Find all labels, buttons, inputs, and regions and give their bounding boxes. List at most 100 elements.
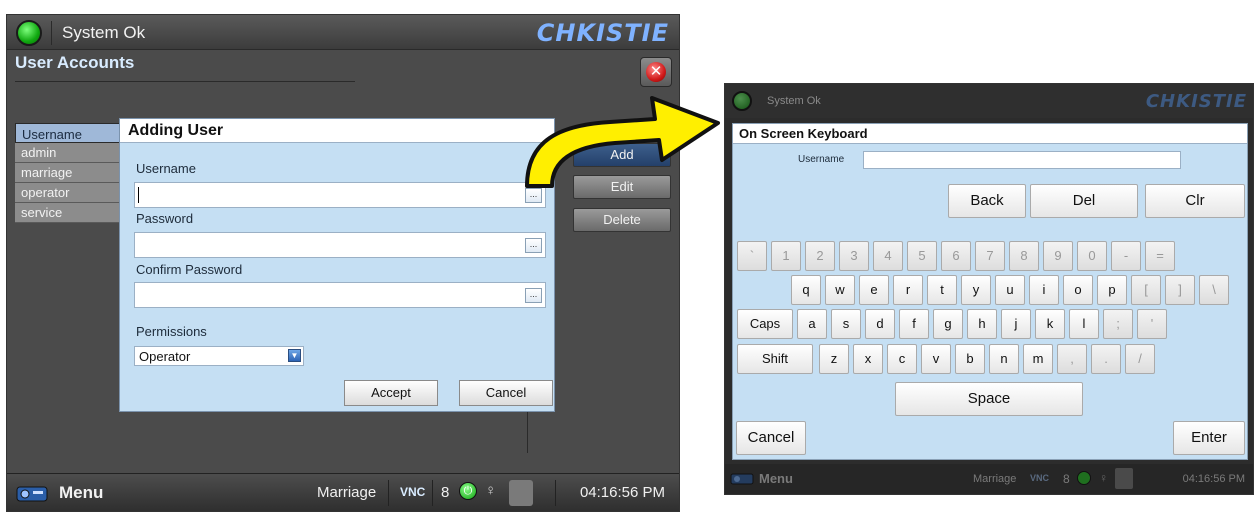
key-row1-6[interactable]: 6 <box>941 241 971 271</box>
key-row1-2[interactable]: 2 <box>805 241 835 271</box>
on-screen-keyboard-screen: System Ok CHKISTIE On Screen Keyboard Us… <box>724 83 1254 495</box>
key-row1-9[interactable]: 9 <box>1043 241 1073 271</box>
cancel-button[interactable]: Cancel <box>459 380 553 406</box>
back-key[interactable]: Back <box>948 184 1026 218</box>
key-row1-11[interactable]: - <box>1111 241 1141 271</box>
key-row4-8[interactable]: . <box>1091 344 1121 374</box>
key-row2-12[interactable]: \ <box>1199 275 1229 305</box>
key-row2-6[interactable]: u <box>995 275 1025 305</box>
keyboard-launch-button[interactable]: ... <box>525 188 542 203</box>
key-row2-7[interactable]: i <box>1029 275 1059 305</box>
key-row2-11[interactable]: ] <box>1165 275 1195 305</box>
status-ok-icon <box>16 20 42 46</box>
current-user: Marriage <box>317 484 377 501</box>
key-row3-8[interactable]: l <box>1069 309 1099 339</box>
key-row3-9[interactable]: ; <box>1103 309 1133 339</box>
key-row3-2[interactable]: d <box>865 309 895 339</box>
key-row3-1[interactable]: s <box>831 309 861 339</box>
key-row1-12[interactable]: = <box>1145 241 1175 271</box>
divider <box>432 480 433 506</box>
close-button[interactable]: ✕ <box>640 57 672 87</box>
current-user: Marriage <box>973 473 1017 485</box>
clr-key[interactable]: Clr <box>1145 184 1245 218</box>
clock: 04:16:56 PM <box>579 484 665 501</box>
key-row1-0[interactable]: ` <box>737 241 767 271</box>
key-row4-3[interactable]: v <box>921 344 951 374</box>
vnc-indicator: VNC <box>1030 473 1050 483</box>
key-row2-1[interactable]: w <box>825 275 855 305</box>
key-row3-5[interactable]: h <box>967 309 997 339</box>
projector-menu-icon[interactable] <box>13 481 51 505</box>
keyboard-launch-button[interactable]: ... <box>525 238 542 253</box>
username-field[interactable]: ... <box>134 182 546 208</box>
text-caret <box>138 187 139 203</box>
divider <box>555 480 556 506</box>
del-key[interactable]: Del <box>1030 184 1138 218</box>
power-icon: ⏻ <box>459 482 477 500</box>
space-key[interactable]: Space <box>895 382 1083 416</box>
permissions-select[interactable]: Operator ▼ <box>134 346 304 366</box>
key-row3-3[interactable]: f <box>899 309 929 339</box>
delete-button[interactable]: Delete <box>573 208 671 232</box>
key-row4-9[interactable]: / <box>1125 344 1155 374</box>
channel-number: 8 <box>1063 472 1070 486</box>
key-row2-2[interactable]: e <box>859 275 889 305</box>
key-row4-7[interactable]: , <box>1057 344 1087 374</box>
chevron-down-icon: ▼ <box>288 349 301 362</box>
key-row1-10[interactable]: 0 <box>1077 241 1107 271</box>
key-row1-3[interactable]: 3 <box>839 241 869 271</box>
confirm-password-field[interactable]: ... <box>134 282 546 308</box>
key-row4-5[interactable]: n <box>989 344 1019 374</box>
key-row2-3[interactable]: r <box>893 275 923 305</box>
key-row1-8[interactable]: 8 <box>1009 241 1039 271</box>
status-bar: System Ok CHKISTIE <box>7 15 679 50</box>
menu-button[interactable]: Menu <box>59 483 103 503</box>
key-row3-10[interactable]: ' <box>1137 309 1167 339</box>
key-row3-7[interactable]: k <box>1035 309 1065 339</box>
on-screen-keyboard: On Screen Keyboard Username Back Del Clr… <box>732 123 1248 460</box>
clock: 04:16:56 PM <box>1182 473 1245 485</box>
key-row4-0[interactable]: z <box>819 344 849 374</box>
key-row2-8[interactable]: o <box>1063 275 1093 305</box>
key-row4-4[interactable]: b <box>955 344 985 374</box>
key-row2-0[interactable]: q <box>791 275 821 305</box>
enter-key[interactable]: Enter <box>1173 421 1245 455</box>
permissions-value: Operator <box>139 349 191 364</box>
password-field[interactable]: ... <box>134 232 546 258</box>
key-row1-7[interactable]: 7 <box>975 241 1005 271</box>
key-row3-4[interactable]: g <box>933 309 963 339</box>
key-row3-0[interactable]: a <box>797 309 827 339</box>
password-label: Password <box>136 211 194 226</box>
key-row2-4[interactable]: t <box>927 275 957 305</box>
key-row1-4[interactable]: 4 <box>873 241 903 271</box>
accept-button[interactable]: Accept <box>344 380 438 406</box>
key-row2-9[interactable]: p <box>1097 275 1127 305</box>
divider <box>388 480 389 506</box>
christie-logo: CHKISTIE <box>536 19 669 47</box>
vnc-indicator: VNC <box>400 485 426 499</box>
key-row1-5[interactable]: 5 <box>907 241 937 271</box>
channel-number: 8 <box>441 484 450 501</box>
divider <box>51 21 52 45</box>
key-row2-10[interactable]: [ <box>1131 275 1161 305</box>
add-button[interactable]: Add <box>573 143 671 167</box>
key-row4-1[interactable]: x <box>853 344 883 374</box>
key-row4-6[interactable]: m <box>1023 344 1053 374</box>
projector-menu-icon[interactable] <box>729 470 755 487</box>
key-row4-2[interactable]: c <box>887 344 917 374</box>
edit-button[interactable]: Edit <box>573 175 671 199</box>
lamp-icon: ♀ <box>485 482 497 499</box>
key-row2-5[interactable]: y <box>961 275 991 305</box>
bottom-bar: Menu Marriage VNC 8 ⏻ ♀ 04:16:56 PM <box>7 473 679 511</box>
divider <box>15 81 355 82</box>
menu-button[interactable]: Menu <box>759 471 793 486</box>
key-row1-1[interactable]: 1 <box>771 241 801 271</box>
cancel-key[interactable]: Cancel <box>736 421 806 455</box>
username-field[interactable] <box>863 151 1181 169</box>
caps-key[interactable]: Caps <box>737 309 793 339</box>
keyboard-launch-button[interactable]: ... <box>525 288 542 303</box>
key-row3-6[interactable]: j <box>1001 309 1031 339</box>
username-label: Username <box>136 161 196 176</box>
shift-key[interactable]: Shift <box>737 344 813 374</box>
user-accounts-screen: System Ok CHKISTIE User Accounts ✕ Usern… <box>6 14 680 512</box>
